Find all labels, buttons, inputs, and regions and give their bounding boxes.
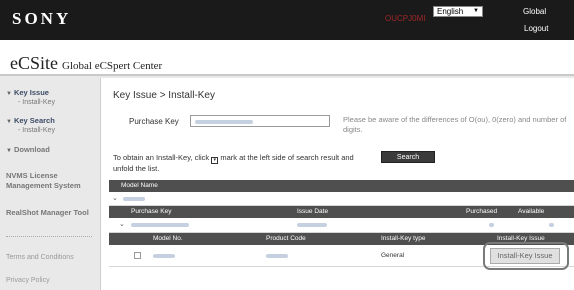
- privacy-link[interactable]: Privacy Policy: [6, 277, 50, 284]
- key-table-header: Purchase Key Issue Date Purchased Availa…: [109, 206, 574, 218]
- instruction-text-start: To obtain an Install-Key, click: [113, 153, 212, 162]
- model-name-header: Model Name: [121, 182, 158, 189]
- app-title-sub: Global eCSpert Center: [62, 60, 163, 72]
- language-value: English: [437, 7, 464, 16]
- available-header: Available: [518, 208, 545, 215]
- chevron-down-icon[interactable]: ⌄: [119, 220, 125, 228]
- language-select[interactable]: English ▼: [433, 6, 483, 17]
- issue-date-header: Issue Date: [297, 208, 329, 215]
- triangle-down-icon: ▼: [6, 148, 12, 154]
- purchase-key-header: Purchase Key: [131, 208, 172, 215]
- global-link[interactable]: Global: [523, 7, 546, 16]
- sidebar-item-key-search[interactable]: ▼ Key Search: [6, 116, 55, 125]
- purchase-key-note: Please be aware of the differences of O(…: [343, 115, 567, 134]
- terms-link[interactable]: Terms and Conditions: [6, 254, 74, 261]
- sidebar-item-label: Key Search: [13, 116, 55, 125]
- dropdown-arrow-icon: ▼: [473, 8, 479, 14]
- redacted-model-name: [123, 197, 145, 201]
- title-bar: eCSite Global eCSpert Center: [0, 40, 574, 76]
- page-title: Key Issue > Install-Key: [113, 90, 215, 101]
- model-no-header: Model No.: [153, 235, 183, 242]
- sidebar-item-key-issue[interactable]: ▼ Key Issue: [6, 88, 49, 97]
- highlight-ring: [483, 242, 569, 270]
- redacted-product-code: [266, 254, 288, 258]
- table-row: ⌄: [109, 218, 574, 233]
- purchased-header: Purchased: [466, 208, 498, 215]
- redacted-issue-date: [297, 223, 327, 227]
- logout-link[interactable]: Logout: [524, 24, 548, 33]
- chevron-down-icon[interactable]: ⌄: [112, 194, 118, 202]
- sidebar-item-label: Key Issue: [13, 88, 49, 97]
- page: SONY OUCPJ0MI English ▼ Global Logout eC…: [0, 0, 574, 290]
- app-title-main: eCSite: [10, 53, 58, 73]
- redacted-purchase-key: [131, 223, 189, 227]
- sidebar-divider: [6, 236, 92, 237]
- triangle-down-icon: ▼: [6, 91, 12, 97]
- sony-logo: SONY: [12, 9, 72, 28]
- search-button[interactable]: Search: [381, 151, 435, 163]
- redacted-available: [549, 223, 554, 227]
- app-title: eCSite Global eCSpert Center: [10, 53, 162, 74]
- install-key-type-value: General: [381, 252, 405, 259]
- table-row: ⌄: [109, 192, 574, 206]
- sidebar: ▼ Key Issue - Install-Key ▼ Key Search - I…: [0, 78, 100, 290]
- redacted-purchased: [489, 223, 494, 227]
- redacted-model-no: [153, 254, 175, 258]
- install-key-type-header: Install-Key type: [381, 235, 426, 242]
- sidebar-item-nvms[interactable]: NVMS License Management System: [6, 171, 94, 191]
- row-checkbox[interactable]: [134, 252, 141, 259]
- redacted-key-text: [195, 120, 253, 124]
- top-bar: SONY OUCPJ0MI English ▼ Global Logout: [0, 0, 574, 40]
- sidebar-item-realshot[interactable]: RealShot Manager Tool: [6, 208, 89, 218]
- model-table-header: Model Name: [109, 180, 574, 192]
- product-code-header: Product Code: [266, 235, 306, 242]
- triangle-down-icon: ▼: [6, 119, 12, 125]
- sidebar-item-install-key-issue[interactable]: - Install-Key: [18, 99, 55, 106]
- instruction-text: To obtain an Install-Key, click ▾ mark a…: [113, 153, 373, 174]
- sidebar-item-download[interactable]: ▼ Download: [6, 145, 50, 154]
- purchase-key-input[interactable]: [190, 115, 330, 127]
- purchase-key-label: Purchase Key: [129, 117, 179, 126]
- sidebar-item-install-key-search[interactable]: - Install-Key: [18, 127, 55, 134]
- user-id: OUCPJ0MI: [385, 14, 426, 23]
- sidebar-item-label: Download: [13, 145, 50, 154]
